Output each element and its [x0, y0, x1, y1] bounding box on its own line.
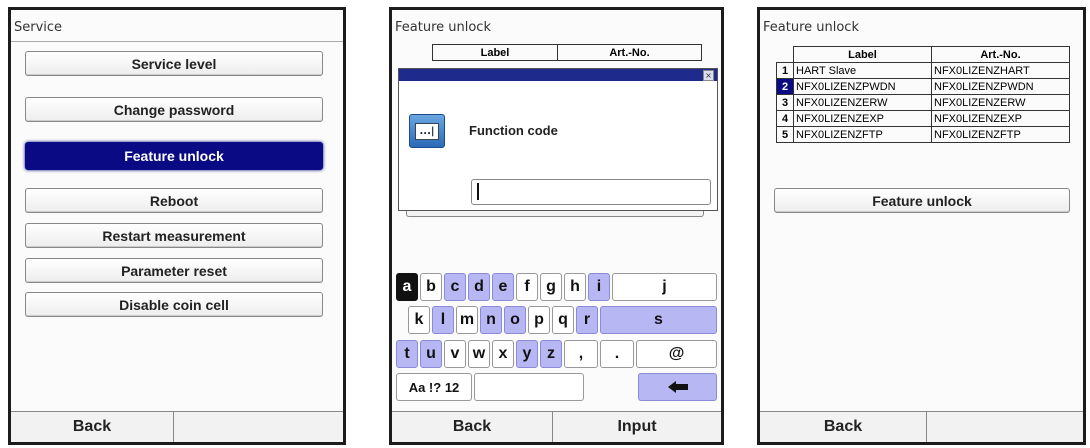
key-comma[interactable]: , [564, 340, 598, 368]
row-index: 2 [776, 78, 794, 95]
art-no-column-header: Art.-No. [557, 44, 702, 61]
feature-list-screen: Feature unlock Label Art.-No. 1 HART Sla… [757, 7, 1086, 445]
parameter-reset-button[interactable]: Parameter reset [25, 258, 323, 283]
key-e[interactable]: e [492, 273, 514, 301]
table-row[interactable]: 1 HART Slave NFX0LIZENZHART [776, 62, 1070, 79]
key-g[interactable]: g [540, 273, 562, 301]
close-icon[interactable]: × [703, 70, 714, 81]
softkey-bar: Back [11, 411, 343, 442]
key-b[interactable]: b [420, 273, 442, 301]
key-s[interactable]: s [600, 306, 717, 334]
feature-unlock-button[interactable]: Feature unlock [774, 188, 1070, 213]
key-f[interactable]: f [516, 273, 538, 301]
row-index: 3 [776, 94, 794, 111]
key-u[interactable]: u [420, 340, 442, 368]
key-t[interactable]: t [396, 340, 418, 368]
input-softkey[interactable]: Input [553, 412, 721, 442]
feature-table: Label Art.-No. 1 HART Slave NFX0LIZENZHA… [776, 46, 1070, 143]
art-no-column-header: Art.-No. [931, 46, 1070, 63]
key-c[interactable]: c [444, 273, 466, 301]
row-label: NFX0LIZENZERW [793, 94, 932, 111]
input-field-icon: ...| [409, 114, 445, 148]
row-art-no: NFX0LIZENZERW [931, 94, 1070, 111]
table-row[interactable]: 5 NFX0LIZENZFTP NFX0LIZENZFTP [776, 126, 1070, 143]
empty-softkey[interactable] [174, 412, 343, 442]
table-row[interactable]: 3 NFX0LIZENZERW NFX0LIZENZERW [776, 94, 1070, 111]
index-column-header [777, 47, 794, 63]
row-index: 4 [776, 110, 794, 127]
dialog-titlebar: × [399, 69, 717, 81]
key-h[interactable]: h [564, 273, 586, 301]
key-k[interactable]: k [408, 306, 430, 334]
key-w[interactable]: w [468, 340, 490, 368]
row-art-no: NFX0LIZENZEXP [931, 110, 1070, 127]
empty-softkey[interactable] [927, 412, 1083, 442]
row-art-no: NFX0LIZENZPWDN [931, 78, 1070, 95]
key-l[interactable]: l [432, 306, 454, 334]
function-code-screen: Feature unlock Label Art.-No. × ...| Fun… [389, 7, 724, 445]
function-code-input[interactable] [471, 179, 711, 205]
key-r[interactable]: r [576, 306, 598, 334]
function-code-dialog: × ...| Function code [398, 68, 718, 211]
back-softkey[interactable]: Back [760, 412, 926, 442]
space-key[interactable] [474, 373, 584, 401]
row-art-no: NFX0LIZENZHART [931, 62, 1070, 79]
disable-coin-cell-button[interactable]: Disable coin cell [25, 292, 323, 317]
back-softkey[interactable]: Back [392, 412, 552, 442]
key-o[interactable]: o [504, 306, 526, 334]
key-a[interactable]: a [396, 273, 418, 301]
table-header-row: Label Art.-No. [777, 46, 1070, 63]
key-period[interactable]: . [600, 340, 634, 368]
key-at[interactable]: @ [636, 340, 717, 368]
restart-measurement-button[interactable]: Restart measurement [25, 223, 323, 248]
row-label: NFX0LIZENZPWDN [793, 78, 932, 95]
change-password-button[interactable]: Change password [25, 97, 323, 122]
service-level-button[interactable]: Service level [25, 51, 323, 76]
feature-table-header: Label Art.-No. [432, 44, 702, 61]
backspace-key[interactable] [638, 373, 717, 401]
softkey-bar: Back [760, 411, 1083, 442]
key-y[interactable]: y [516, 340, 538, 368]
key-p[interactable]: p [528, 306, 550, 334]
key-v[interactable]: v [444, 340, 466, 368]
table-row[interactable]: 4 NFX0LIZENZEXP NFX0LIZENZEXP [776, 110, 1070, 127]
screen-title: Service [14, 20, 63, 35]
row-art-no: NFX0LIZENZFTP [931, 126, 1070, 143]
screen-title: Feature unlock [763, 20, 859, 35]
text-caret [477, 183, 479, 200]
mode-switch-key[interactable]: Aa !? 12 [396, 373, 472, 401]
row-label: NFX0LIZENZEXP [793, 110, 932, 127]
softkey-bar: Back Input [392, 411, 721, 442]
key-d[interactable]: d [468, 273, 490, 301]
feature-unlock-button[interactable]: Feature unlock [25, 142, 323, 170]
key-x[interactable]: x [492, 340, 514, 368]
screen-title: Feature unlock [395, 20, 491, 35]
row-label: HART Slave [793, 62, 932, 79]
key-j[interactable]: j [612, 273, 717, 301]
title-divider [11, 41, 343, 42]
input-field-icon-glyph: ...| [415, 122, 439, 140]
key-m[interactable]: m [456, 306, 478, 334]
key-i[interactable]: i [588, 273, 610, 301]
label-column-header: Label [432, 44, 558, 61]
reboot-button[interactable]: Reboot [25, 188, 323, 213]
back-softkey[interactable]: Back [11, 412, 173, 442]
row-index: 1 [776, 62, 794, 79]
label-column-header: Label [793, 46, 932, 63]
left-arrow-icon [667, 381, 688, 393]
function-code-label: Function code [469, 123, 558, 138]
key-n[interactable]: n [480, 306, 502, 334]
row-label: NFX0LIZENZFTP [793, 126, 932, 143]
key-z[interactable]: z [540, 340, 562, 368]
row-index: 5 [776, 126, 794, 143]
table-row[interactable]: 2 NFX0LIZENZPWDN NFX0LIZENZPWDN [776, 78, 1070, 95]
key-q[interactable]: q [552, 306, 574, 334]
service-screen: Service Service level Change password Fe… [8, 7, 346, 445]
